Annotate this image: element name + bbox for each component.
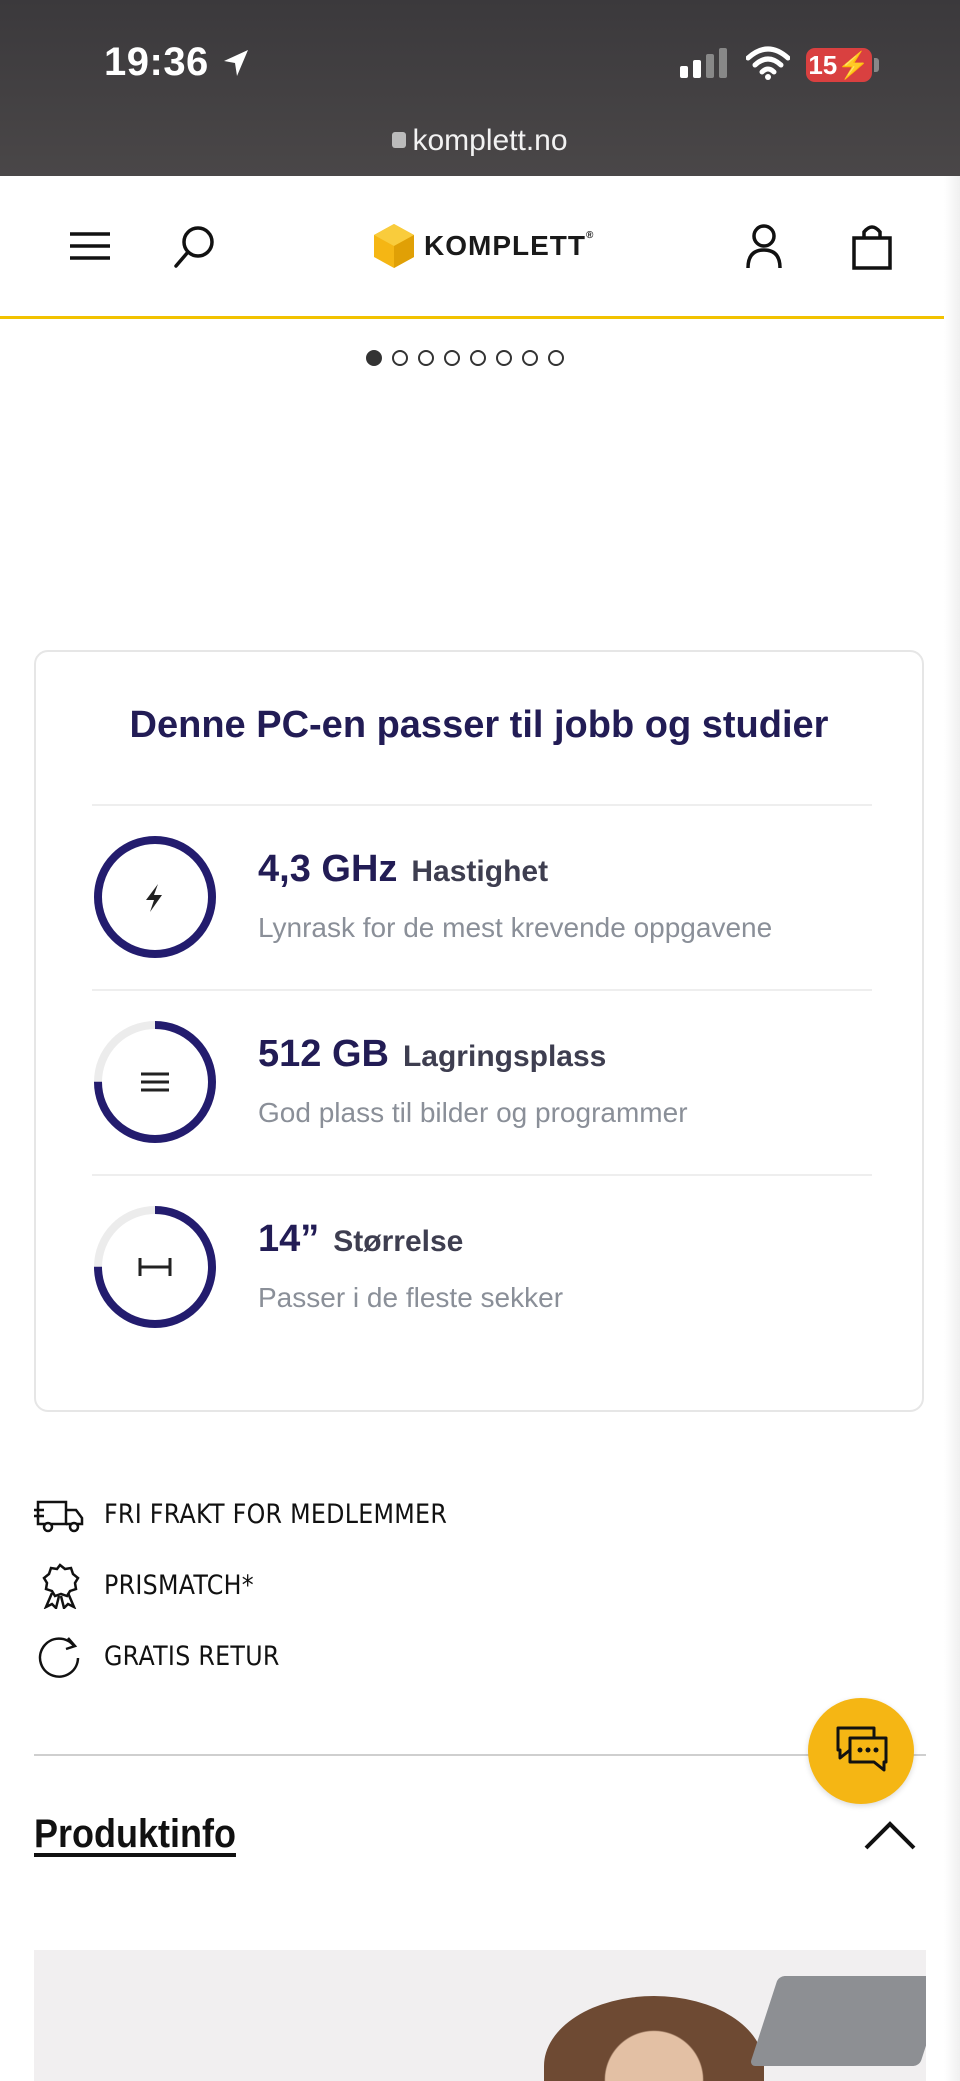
chat-button[interactable] — [808, 1698, 914, 1804]
site-header: KOMPLETT® — [0, 176, 960, 319]
carousel-pagination[interactable] — [366, 350, 564, 366]
spec-row-size: 14” Størrelse Passer i de fleste sekker — [92, 1174, 872, 1361]
banner-laptop — [749, 1976, 926, 2066]
komplett-logo-icon — [374, 224, 414, 268]
spec-main: 14” Størrelse — [258, 1218, 463, 1261]
usp-pricematch: PRISMATCH* — [34, 1561, 274, 1609]
menu-icon[interactable] — [64, 220, 116, 272]
usp-free-shipping: FRI FRAKT FOR MEDLEMMER — [34, 1490, 494, 1538]
spec-description: Lynrask for de mest krevende oppgavene — [258, 912, 773, 943]
spec-value: 512 GB — [258, 1033, 389, 1075]
account-icon[interactable] — [738, 220, 790, 272]
speed-ring — [94, 836, 216, 958]
battery-indicator: 15⚡ — [806, 48, 872, 82]
storage-icon — [141, 1072, 169, 1092]
wifi-icon — [746, 46, 790, 80]
url-bar[interactable]: komplett.no — [0, 124, 960, 158]
truck-icon — [34, 1500, 84, 1533]
carousel-dot[interactable] — [548, 350, 564, 366]
carousel-dot[interactable] — [522, 350, 538, 366]
spec-label: Størrelse — [333, 1225, 464, 1258]
spec-value: 4,3 GHz — [258, 848, 398, 890]
spec-card-title: Denne PC-en passer til jobb og studier — [129, 704, 829, 746]
usp-text: FRI FRAKT FOR MEDLEMMER — [104, 1498, 448, 1530]
location-arrow-icon — [224, 50, 248, 76]
spec-description: God plass til bilder og programmer — [258, 1097, 688, 1128]
badge-icon — [42, 1563, 80, 1609]
spec-label: Lagringsplass — [402, 1040, 607, 1073]
spec-main: 512 GB Lagringsplass — [258, 1033, 606, 1076]
carousel-dot[interactable] — [496, 350, 512, 366]
lightning-icon — [146, 884, 162, 912]
produktinfo-heading[interactable]: Produktinfo — [34, 1812, 236, 1857]
url-text: komplett.no — [412, 124, 568, 157]
size-icon — [138, 1258, 172, 1276]
spec-label: Hastighet — [411, 855, 549, 888]
storage-ring — [94, 1021, 216, 1143]
brand-name: KOMPLETT® — [424, 230, 595, 261]
status-bar: 19:36 15⚡ komplett.no — [0, 0, 960, 176]
divider — [34, 1754, 926, 1756]
usp-text: PRISMATCH* — [104, 1569, 254, 1601]
return-icon — [38, 1637, 80, 1678]
carousel-dot[interactable] — [392, 350, 408, 366]
spec-main: 4,3 GHz Hastighet — [258, 848, 548, 891]
komplett-logo[interactable]: KOMPLETT® — [372, 220, 594, 272]
lock-icon — [392, 132, 407, 149]
spec-description: Passer i de fleste sekker — [258, 1282, 564, 1313]
size-ring — [94, 1206, 216, 1328]
usp-free-return: GRATIS RETUR — [34, 1632, 304, 1680]
carousel-dot[interactable] — [418, 350, 434, 366]
usp-text: GRATIS RETUR — [104, 1640, 280, 1672]
banner-person — [544, 1996, 764, 2081]
spec-card: Denne PC-en passer til jobb og studier 4… — [34, 650, 924, 1412]
scroll-edge — [944, 176, 960, 2081]
carousel-dot[interactable] — [366, 350, 382, 366]
product-banner-image: ▂▂ ▂▖▂ — [34, 1950, 926, 2081]
spec-row-storage: 512 GB Lagringsplass God plass til bilder… — [92, 989, 872, 1176]
spec-row-speed: 4,3 GHz Hastighet Lynrask for de mest kre… — [92, 804, 872, 991]
search-icon[interactable] — [170, 220, 222, 272]
chevron-up-icon[interactable] — [862, 1816, 918, 1856]
carousel-dot[interactable] — [470, 350, 486, 366]
chat-icon — [836, 1726, 888, 1772]
status-time: 19:36 — [104, 40, 209, 84]
cart-icon[interactable] — [846, 220, 898, 272]
carousel-dot[interactable] — [444, 350, 460, 366]
battery-cap — [874, 58, 879, 72]
spec-value: 14” — [258, 1218, 320, 1260]
banner-decoration: ▂▂ ▂▖▂ — [44, 2056, 415, 2081]
cellular-signal-icon — [680, 48, 727, 78]
